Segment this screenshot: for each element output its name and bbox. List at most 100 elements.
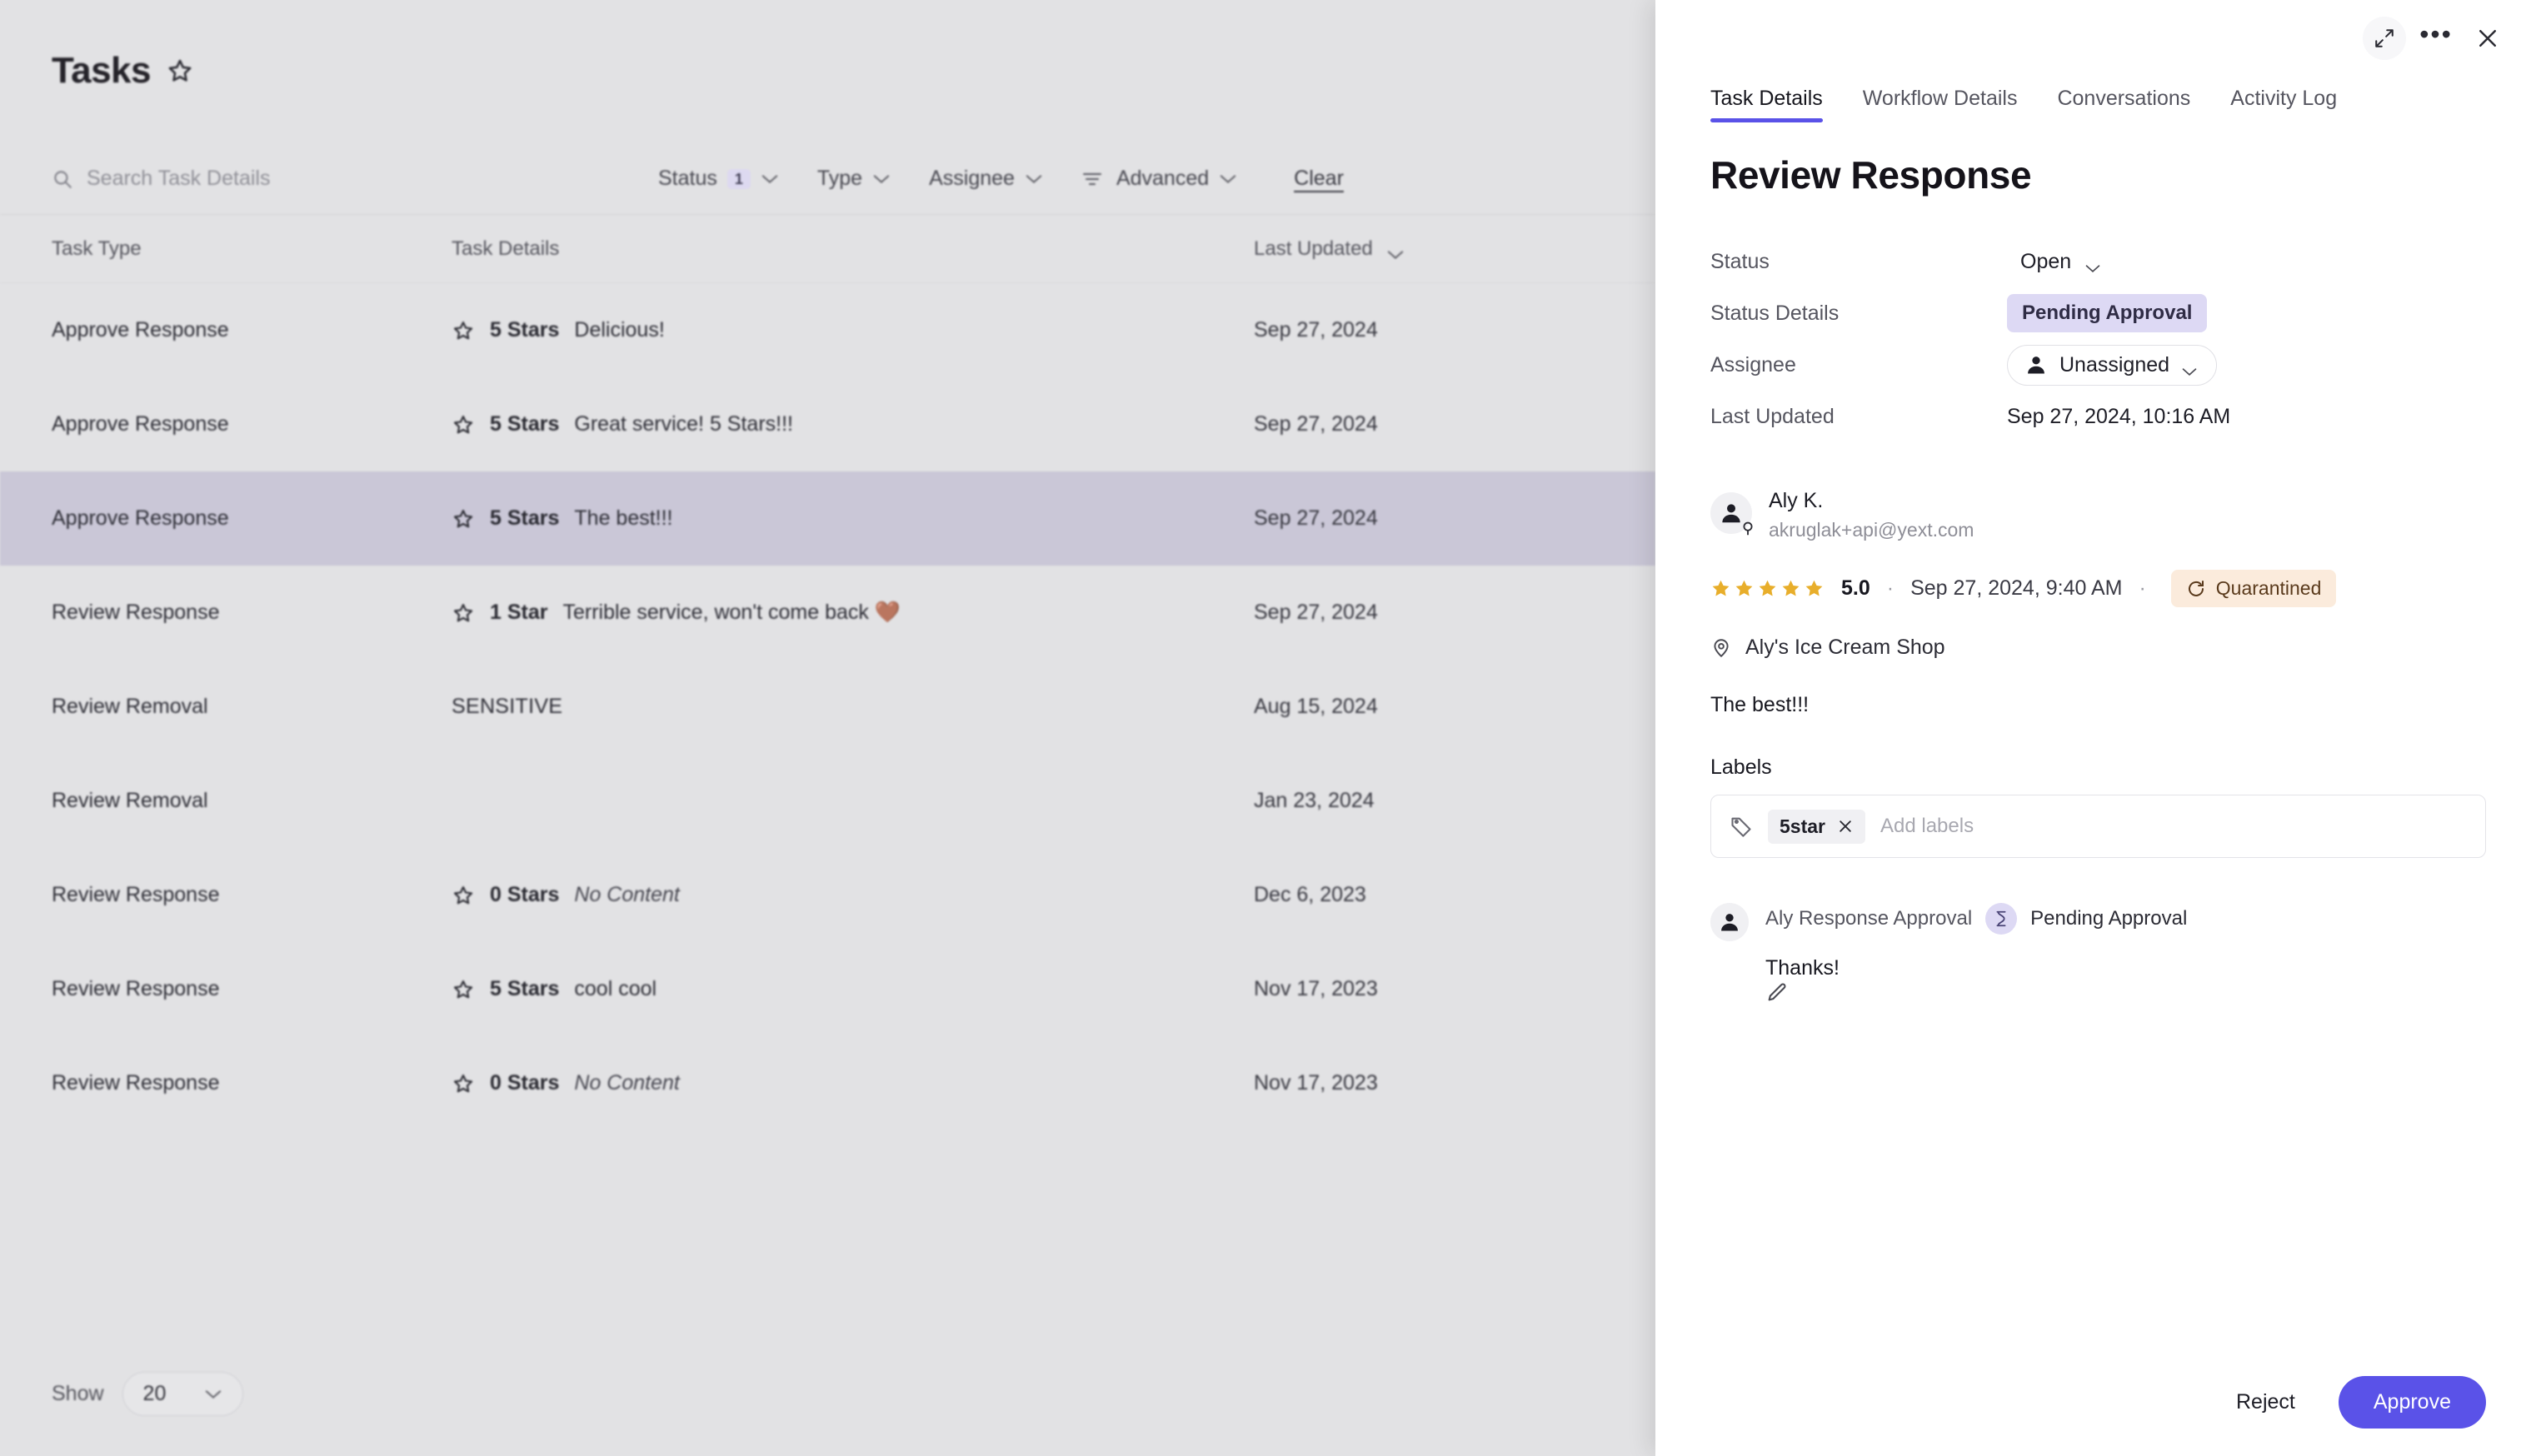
filter-status-count: 1 [726,168,751,189]
quarantined-badge: Quarantined [2170,570,2337,607]
cell-task-type: Approve Response [52,318,229,342]
filter-type[interactable]: Type [817,167,891,191]
cell-task-details: 5 Stars The best!!! [452,506,1254,531]
cell-task-type: Approve Response [52,506,229,530]
rating-date: Sep 27, 2024, 9:40 AM [1910,576,2123,600]
task-snippet: No Content [574,1071,680,1094]
expand-icon[interactable] [2363,17,2406,60]
search-input[interactable] [87,167,635,191]
reject-button[interactable]: Reject [2213,1377,2319,1428]
table-row[interactable]: Review Response 5 Stars cool cool Nov 17, 2… [0,942,1655,1036]
tasks-table: Task Type Task Details Last Updated Appr… [0,215,1655,1130]
meta-value-status: Open [2007,243,2116,281]
star-outline-icon [452,884,475,907]
rating-row: 5.0 · Sep 27, 2024, 9:40 AM · Quarantine… [1710,570,2486,607]
filter-group: Status 1 Type Assignee Advanced Clear [658,167,1344,191]
response-header: Aly Response Approval Pending Approval [1765,903,2187,935]
star-filled-icon [1757,578,1778,599]
table-body: Approve Response 5 Stars Delicious! Sep 27,… [0,283,1655,1130]
meta-value-status-details: Pending Approval [2007,294,2208,332]
cell-last-updated: Sep 27, 2024 [1254,318,1378,342]
assignee-select[interactable]: Unassigned [2007,344,2218,386]
filter-status[interactable]: Status 1 [658,167,779,191]
avatar [1710,492,1753,536]
meta-key-last-updated: Last Updated [1710,404,1835,428]
response-status: Pending Approval [2030,907,2188,930]
column-header-last-updated-label: Last Updated [1254,237,1373,260]
table-row[interactable]: Approve Response 5 Stars The best!!! Sep 27… [0,471,1655,566]
filter-lines-icon [1081,170,1103,188]
cell-last-updated: Nov 17, 2023 [1254,977,1378,1000]
cell-last-updated: Jan 23, 2024 [1254,789,1375,812]
approve-button[interactable]: Approve [2338,1375,2486,1429]
meta-value-assignee: Unassigned [2007,344,2218,386]
star-rating-label: 5 Stars [490,977,560,1000]
task-snippet: cool cool [574,977,657,1000]
task-detail-panel: ••• Task Details Workflow Details Conver… [1655,0,2541,1456]
reviewer-info: Aly K. akruglak+api@yext.com [1710,489,2486,541]
remove-label-icon[interactable] [1837,818,1854,835]
labels-input-container[interactable]: 5star [1710,795,2486,858]
person-icon [2024,353,2048,376]
tab-workflow-details[interactable]: Workflow Details [1863,87,2018,122]
page-header: Tasks [0,0,1655,92]
table-row[interactable]: Review Response 0 Stars No Content Dec 6, 2… [0,848,1655,942]
page-size-value: 20 [142,1382,167,1405]
label-chip: 5star [1768,809,1865,844]
star-rating-label: 5 Stars [490,318,560,342]
page-size-select[interactable]: 20 [122,1372,244,1416]
location-name: Aly's Ice Cream Shop [1745,636,1945,659]
refresh-icon [2186,579,2206,599]
tab-activity-log[interactable]: Activity Log [2230,87,2337,122]
panel-body: Review Response Status Open Status Detai… [1655,122,2541,1356]
close-icon[interactable] [2466,17,2509,60]
cell-last-updated: Sep 27, 2024 [1254,601,1378,624]
tab-task-details[interactable]: Task Details [1710,87,1823,122]
tab-conversations[interactable]: Conversations [2057,87,2190,122]
column-header-last-updated[interactable]: Last Updated [1254,237,1604,261]
page-title-row: Tasks [52,50,1655,92]
response-block: Aly Response Approval Pending Approval T… [1710,903,2486,1008]
cell-last-updated: Dec 6, 2023 [1254,883,1366,906]
meta-key-status: Status [1710,249,1770,273]
star-rating-label: 5 Stars [490,506,560,530]
meta-row-assignee: Assignee Unassigned [1710,339,2486,391]
table-row[interactable]: Approve Response 5 Stars Great service! 5 … [0,377,1655,471]
chevron-down-icon [1025,173,1043,185]
table-row[interactable]: Review Removal SENSITIVE Aug 15, 2024 [0,660,1655,754]
chevron-down-icon [872,173,891,185]
rating-value: 5.0 [1841,576,1870,600]
cell-task-details: 5 Stars Delicious! [452,318,1254,342]
clear-filters-button[interactable]: Clear [1294,167,1344,191]
panel-topbar: ••• [1655,0,2541,77]
table-header-row: Task Type Task Details Last Updated [0,215,1655,283]
status-badge: Pending Approval [2007,294,2208,332]
pencil-icon[interactable] [1765,983,1789,1007]
app-root: Tasks Status 1 [0,0,2541,1456]
cell-task-type: Review Response [52,1071,220,1094]
filter-assignee[interactable]: Assignee [929,167,1043,191]
panel-footer: Reject Approve [1655,1356,2541,1456]
star-outline-icon [452,413,475,436]
status-select[interactable]: Open [2007,243,2116,281]
chevron-down-icon [761,173,779,185]
meta-value-last-updated: Sep 27, 2024, 10:16 AM [2007,404,2231,428]
column-header-task-type: Task Type [52,237,142,260]
pagination-controls: Show 20 [52,1372,244,1416]
search-icon [52,168,73,190]
task-snippet: Terrible service, won't come back 🤎 [562,601,901,624]
star-outline-icon[interactable] [166,57,194,85]
response-content: Aly Response Approval Pending Approval T… [1765,903,2187,1008]
table-row[interactable]: Review Response 0 Stars No Content Nov 17, … [0,1036,1655,1130]
cell-task-type: Review Response [52,883,220,906]
cell-task-details: 5 Stars Great service! 5 Stars!!! [452,412,1254,436]
table-row[interactable]: Review Removal Jan 23, 2024 [0,754,1655,848]
add-labels-input[interactable] [1880,815,2467,838]
filter-advanced[interactable]: Advanced [1081,167,1237,191]
task-flag-text: SENSITIVE [452,695,563,718]
table-row[interactable]: Approve Response 5 Stars Delicious! Sep 27,… [0,283,1655,377]
tasks-list-pane: Tasks Status 1 [0,0,1655,1456]
more-options-icon[interactable]: ••• [2414,17,2458,60]
table-row[interactable]: Review Response 1 Star Terrible service, w… [0,566,1655,660]
labels-title: Labels [1710,755,1772,779]
